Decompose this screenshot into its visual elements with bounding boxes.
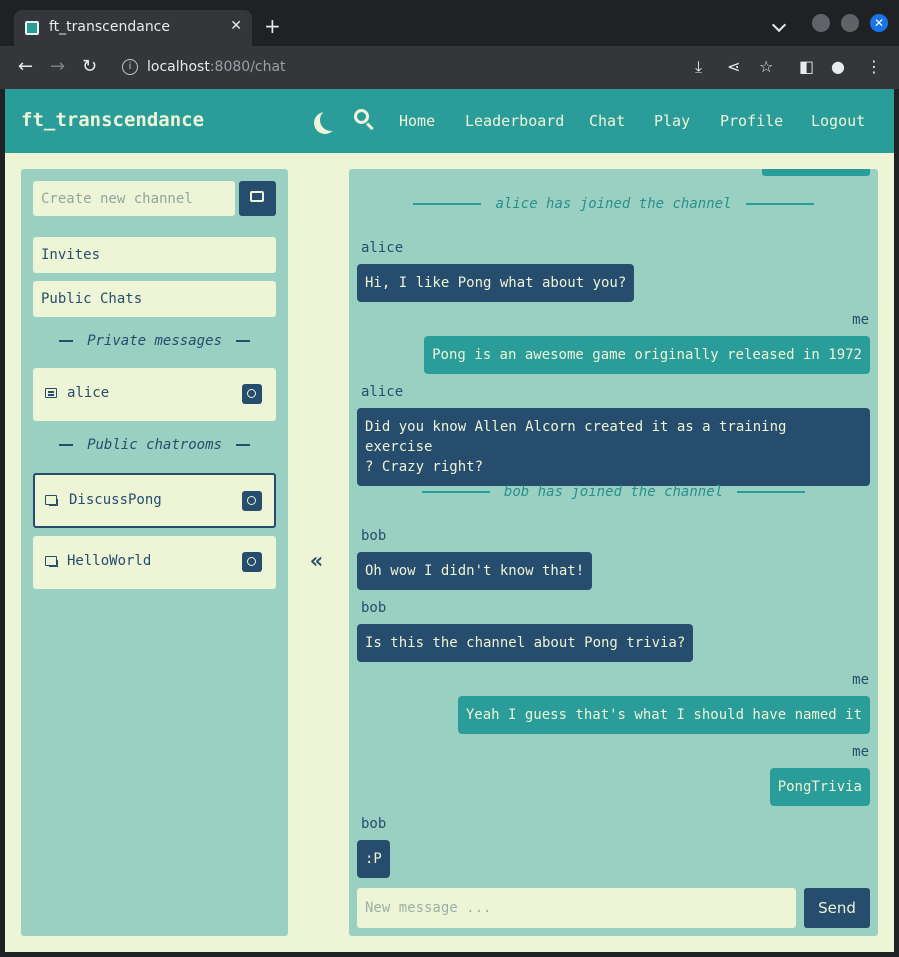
system-message: bob has joined the channel [349, 484, 878, 504]
message-bubble: Hi, I like Pong what about you? [357, 264, 635, 302]
new-tab-icon[interactable]: + [264, 16, 281, 36]
message-bubble: PongTrivia [769, 768, 870, 806]
menu-icon[interactable]: ⋮ [866, 57, 882, 77]
message-icon [45, 388, 57, 398]
message-bubble: Pong is an awesome game originally relea… [424, 336, 870, 374]
address-bar[interactable]: i localhost:8080/chat [112, 52, 682, 83]
collapse-sidebar-icon[interactable]: « [310, 551, 323, 573]
profile-icon[interactable]: ● [831, 57, 845, 77]
navbar: ft_transcendance Home Leaderboard Chat P… [5, 89, 894, 153]
reload-icon[interactable]: ↻ [82, 57, 97, 77]
message-bubble: Oh wow I didn't know that! [357, 552, 593, 590]
message-input[interactable] [357, 888, 796, 928]
window-close-icon[interactable]: ✕ [870, 14, 888, 32]
nav-leaderboard[interactable]: Leaderboard [465, 112, 564, 130]
message-sender: bob [361, 528, 387, 544]
system-message: alice has joined the channel [349, 196, 878, 216]
private-messages-header: Private messages [33, 333, 276, 353]
message-sender: alice [361, 384, 404, 400]
app-root: ft_transcendance Home Leaderboard Chat P… [5, 89, 894, 952]
channel-item-discusspong[interactable]: DiscussPong [33, 473, 276, 528]
browser-tab[interactable]: ft_transcendance ✕ [14, 10, 252, 46]
message-sender: bob [361, 600, 387, 616]
create-channel-button[interactable] [239, 181, 276, 216]
nav-chat[interactable]: Chat [589, 112, 625, 130]
channel-label: HelloWorld [67, 553, 152, 569]
private-item-alice[interactable]: alice [33, 368, 276, 421]
search-icon[interactable] [354, 109, 374, 131]
share-icon[interactable]: ⋖ [727, 57, 740, 77]
message-bubble: Did you know Allen Alcorn created it as … [357, 408, 870, 486]
url-text: localhost:8080/chat [147, 59, 286, 75]
message-bubble: Is this the channel about Pong trivia? [357, 624, 694, 662]
channel-item-helloworld[interactable]: HelloWorld [33, 536, 276, 589]
bookmark-star-icon[interactable]: ☆ [759, 57, 773, 77]
create-channel-input[interactable] [33, 181, 235, 216]
nav-profile[interactable]: Profile [720, 112, 783, 130]
back-icon[interactable]: ← [18, 57, 33, 77]
minimize-icon[interactable] [812, 14, 830, 32]
forward-icon[interactable]: → [50, 57, 65, 77]
maximize-icon[interactable] [841, 14, 859, 32]
settings-icon[interactable] [242, 384, 262, 404]
message-sender: me [852, 312, 869, 328]
settings-icon[interactable] [242, 491, 262, 511]
browser-toolbar: ← → ↻ i localhost:8080/chat ⤓ ⋖ ☆ ◧ ● ⋮ [0, 46, 899, 89]
invites-button[interactable]: Invites [33, 237, 276, 273]
site-info-icon[interactable]: i [122, 59, 138, 75]
favicon-icon [25, 21, 39, 35]
message-sender: bob [361, 816, 387, 832]
nav-home[interactable]: Home [399, 112, 435, 130]
settings-icon[interactable] [242, 552, 262, 572]
chat-panel: alice has joined the channel alice Hi, I… [349, 169, 878, 936]
forum-icon [45, 556, 58, 567]
message-bubble: Yeah I guess that's what I should have n… [457, 696, 870, 734]
tab-title: ft_transcendance [49, 19, 170, 35]
tab-search-icon[interactable] [771, 17, 787, 33]
public-chats-button[interactable]: Public Chats [33, 281, 276, 317]
message-bubble [762, 169, 870, 176]
tab-close-icon[interactable]: ✕ [230, 18, 242, 34]
channel-label: DiscussPong [69, 492, 162, 508]
public-chatrooms-header: Public chatrooms [33, 437, 276, 457]
message-sender: me [852, 744, 869, 760]
nav-play[interactable]: Play [654, 112, 690, 130]
channel-sidebar: Invites Public Chats Private messages al… [21, 169, 288, 936]
message-sender: alice [361, 240, 404, 256]
message-bubble: :P [357, 840, 390, 878]
nav-logout[interactable]: Logout [811, 112, 865, 130]
send-button[interactable]: Send [804, 888, 870, 928]
add-chat-icon [250, 191, 264, 202]
side-panel-icon[interactable]: ◧ [799, 57, 814, 77]
message-sender: me [852, 672, 869, 688]
moon-icon[interactable] [320, 109, 342, 131]
channel-label: alice [67, 385, 110, 401]
install-icon[interactable]: ⤓ [695, 57, 702, 77]
browser-tabstrip: ft_transcendance ✕ + ✕ [0, 0, 899, 46]
forum-icon [45, 495, 58, 506]
brand-title[interactable]: ft_transcendance [21, 109, 204, 131]
